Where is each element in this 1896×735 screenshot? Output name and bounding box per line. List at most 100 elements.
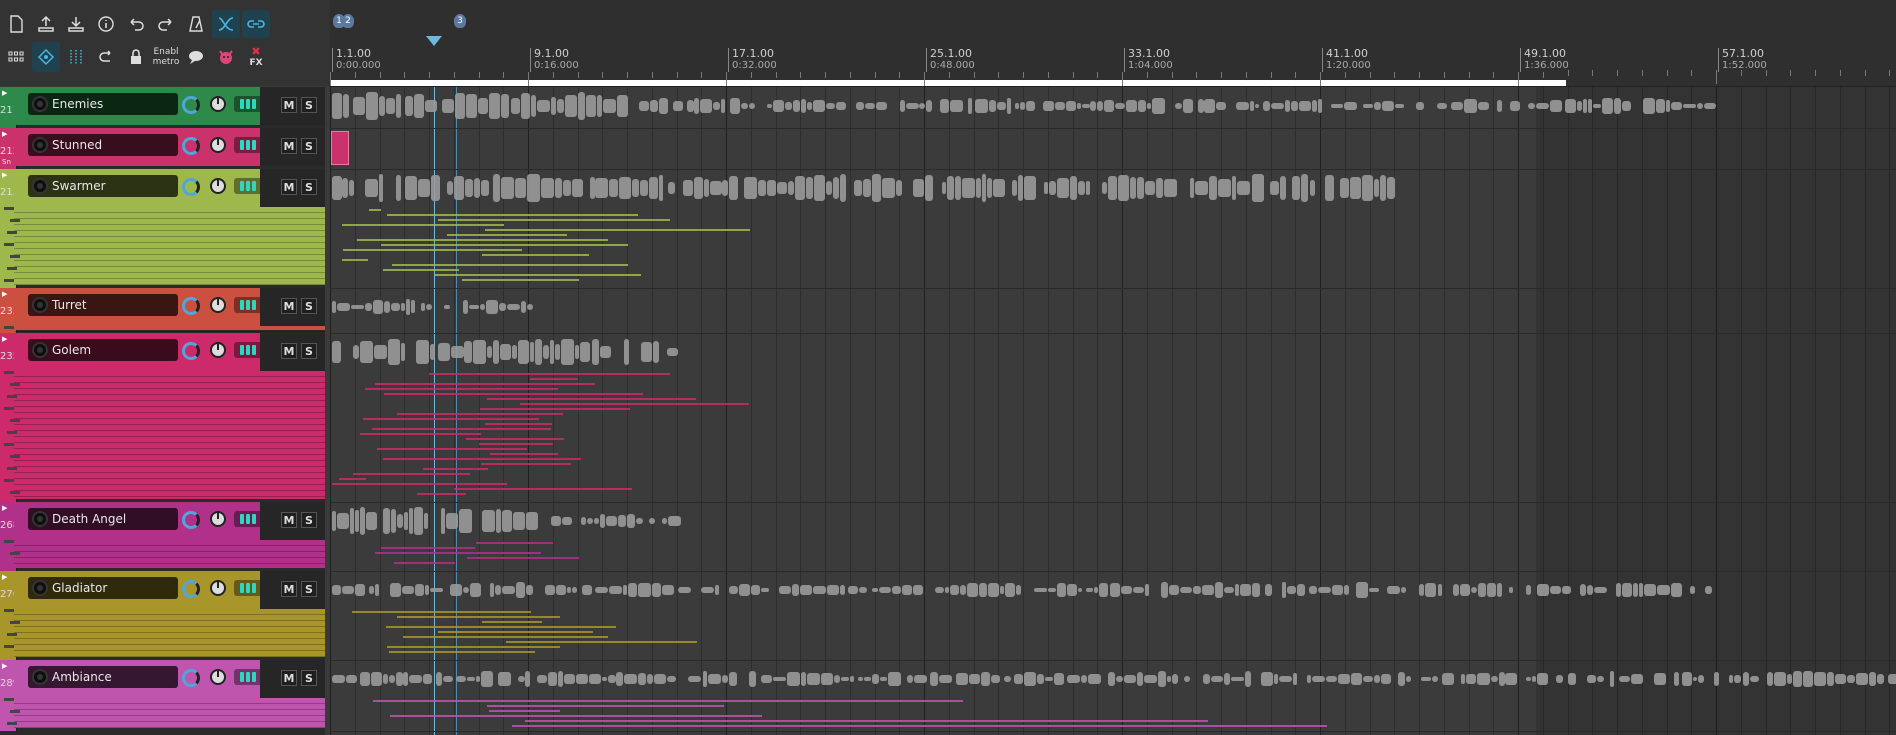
track-enemies[interactable]: ▶ 211 Enemies M S xyxy=(0,87,325,128)
track-ambiance[interactable]: ▶ 289 Ambiance M S xyxy=(0,660,325,731)
audio-waveform[interactable] xyxy=(332,92,1717,120)
pan-knob[interactable] xyxy=(210,669,226,685)
track-name[interactable]: Swarmer xyxy=(28,175,178,197)
ripple-edit-icon[interactable] xyxy=(212,10,240,38)
volume-knob[interactable] xyxy=(182,580,200,598)
new-project-icon[interactable] xyxy=(2,10,30,38)
timeline-ruler[interactable]: 123 1.1.00 0:00.000 9.1.00 0:16.000 17.1.00 0… xyxy=(330,0,1896,87)
solo-button[interactable]: S xyxy=(301,512,317,528)
link-icon[interactable] xyxy=(242,10,270,38)
folder-triangle-icon[interactable]: ▶ xyxy=(2,573,7,581)
lane-stunned[interactable] xyxy=(330,128,1896,170)
marker-2[interactable]: 2 xyxy=(342,14,354,28)
snap-icon[interactable] xyxy=(32,42,60,72)
arrange-view[interactable] xyxy=(330,87,1896,735)
folder-triangle-icon[interactable]: ▶ xyxy=(2,130,7,138)
volume-knob[interactable] xyxy=(182,342,200,360)
lane-enemies[interactable] xyxy=(330,87,1896,129)
track-name[interactable]: Ambiance xyxy=(28,666,178,688)
mute-button[interactable]: M xyxy=(281,97,297,113)
track-header[interactable]: Enemies xyxy=(14,87,264,125)
solo-button[interactable]: S xyxy=(301,138,317,154)
track-stunned[interactable]: ▶ 212 Sn Stunned M S xyxy=(0,128,325,169)
audio-waveform[interactable] xyxy=(332,507,681,535)
mute-button[interactable]: M xyxy=(281,179,297,195)
volume-knob[interactable] xyxy=(182,297,200,315)
devil-icon[interactable] xyxy=(212,42,240,72)
track-header[interactable]: Gladiator xyxy=(14,571,264,609)
solo-button[interactable]: S xyxy=(301,298,317,314)
project-info-icon[interactable] xyxy=(92,10,120,38)
audio-waveform[interactable] xyxy=(332,577,1717,603)
audio-waveform[interactable] xyxy=(332,174,1395,202)
mute-button[interactable]: M xyxy=(281,581,297,597)
lane-ambiance[interactable] xyxy=(330,660,1896,732)
pan-knob[interactable] xyxy=(210,511,226,527)
folder-triangle-icon[interactable]: ▶ xyxy=(2,504,7,512)
solo-button[interactable]: S xyxy=(301,97,317,113)
track-header[interactable]: Swarmer xyxy=(14,169,264,207)
track-golem[interactable]: ▶ 235 Golem M S xyxy=(0,333,325,502)
track-name[interactable]: Enemies xyxy=(28,93,178,115)
mute-button[interactable]: M xyxy=(281,343,297,359)
solo-button[interactable]: S xyxy=(301,343,317,359)
track-name[interactable]: Turret xyxy=(28,294,178,316)
audio-waveform[interactable] xyxy=(332,338,678,366)
lock-icon[interactable] xyxy=(122,42,150,72)
comment-icon[interactable] xyxy=(182,42,210,72)
track-header[interactable]: Ambiance xyxy=(14,660,264,698)
folder-triangle-icon[interactable]: ▶ xyxy=(2,290,7,298)
track-turret[interactable]: ▶ 233 Turret M S xyxy=(0,288,325,333)
pan-knob[interactable] xyxy=(210,342,226,358)
play-cursor-handle[interactable] xyxy=(426,36,442,46)
time-selection[interactable] xyxy=(330,80,1566,86)
marker-bar[interactable]: 123 xyxy=(330,14,1896,32)
audio-waveform[interactable] xyxy=(332,294,542,320)
lane-golem[interactable] xyxy=(330,333,1896,503)
midi-item-stunned[interactable] xyxy=(331,131,349,165)
track-gladiator[interactable]: ▶ 276 Gladiator M S xyxy=(0,571,325,660)
enable-metronome-button[interactable]: Enabl metro xyxy=(152,42,180,72)
pan-knob[interactable] xyxy=(210,137,226,153)
track-header[interactable]: Death Angel xyxy=(14,502,264,540)
folder-triangle-icon[interactable]: ▶ xyxy=(2,171,7,179)
folder-triangle-icon[interactable]: ▶ xyxy=(2,89,7,97)
track-header[interactable]: Turret xyxy=(14,288,264,326)
mute-button[interactable]: M xyxy=(281,138,297,154)
dotted-grid-icon[interactable] xyxy=(62,42,90,72)
track-name[interactable]: Stunned xyxy=(28,134,178,156)
lane-death-angel[interactable] xyxy=(330,502,1896,572)
undo-icon[interactable] xyxy=(122,10,150,38)
fx-bypass-button[interactable]: ✖ FX xyxy=(242,42,270,72)
timeline-ticks[interactable]: 1.1.00 0:00.000 9.1.00 0:16.000 17.1.00 0:32.… xyxy=(330,36,1896,86)
track-name[interactable]: Golem xyxy=(28,339,178,361)
volume-knob[interactable] xyxy=(182,96,200,114)
metronome-icon[interactable] xyxy=(182,10,210,38)
pan-knob[interactable] xyxy=(210,580,226,596)
track-header[interactable]: Golem xyxy=(14,333,264,371)
solo-button[interactable]: S xyxy=(301,670,317,686)
folder-triangle-icon[interactable]: ▶ xyxy=(2,662,7,670)
pan-knob[interactable] xyxy=(210,297,226,313)
track-name[interactable]: Death Angel xyxy=(28,508,178,530)
lane-swarmer[interactable] xyxy=(330,169,1896,289)
volume-knob[interactable] xyxy=(182,511,200,529)
save-project-icon[interactable] xyxy=(62,10,90,38)
folder-triangle-icon[interactable]: ▶ xyxy=(2,335,7,343)
track-death-angel[interactable]: ▶ 268 Death Angel M S xyxy=(0,502,325,571)
track-header[interactable]: Stunned xyxy=(14,128,264,166)
open-project-icon[interactable] xyxy=(32,10,60,38)
volume-knob[interactable] xyxy=(182,178,200,196)
track-name[interactable]: Gladiator xyxy=(28,577,178,599)
pan-knob[interactable] xyxy=(210,178,226,194)
redo-icon[interactable] xyxy=(152,10,180,38)
mute-button[interactable]: M xyxy=(281,298,297,314)
lane-gladiator[interactable] xyxy=(330,571,1896,661)
track-swarmer[interactable]: ▶ 213 Swarmer M S xyxy=(0,169,325,288)
marker-3[interactable]: 3 xyxy=(454,14,466,28)
audio-waveform[interactable] xyxy=(332,666,1896,692)
grid-icon[interactable] xyxy=(2,42,30,72)
volume-knob[interactable] xyxy=(182,669,200,687)
mute-button[interactable]: M xyxy=(281,512,297,528)
loop-icon[interactable] xyxy=(92,42,120,72)
